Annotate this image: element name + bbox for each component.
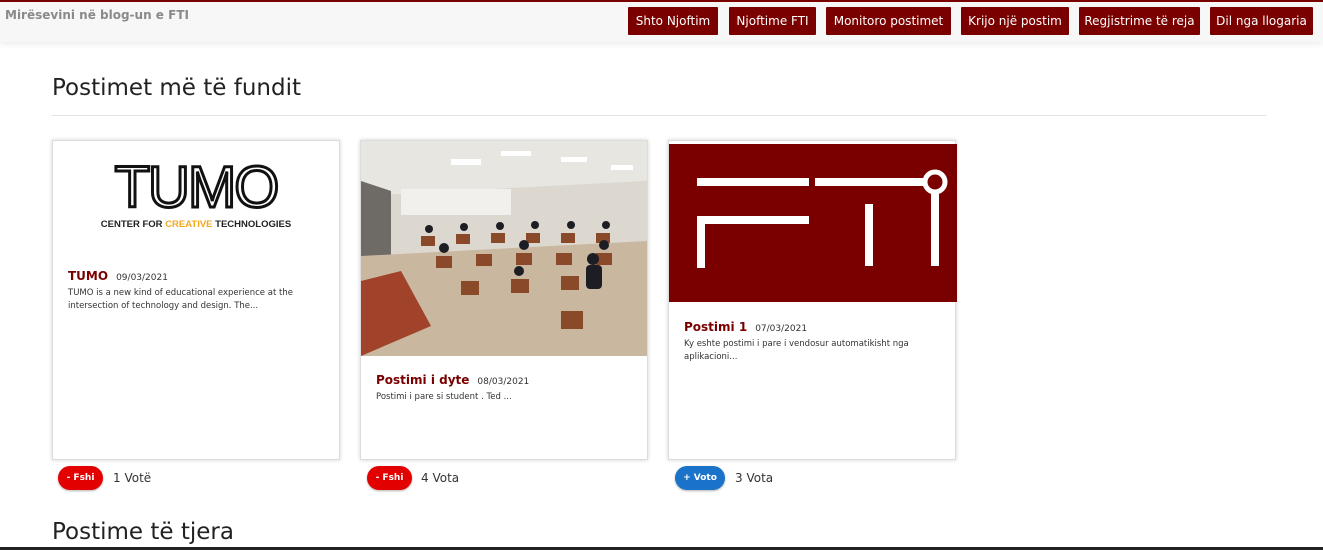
fti-logo-image xyxy=(669,144,957,302)
post-card-body: TUMO 09/03/2021 TUMO is a new kind of edu… xyxy=(68,269,313,313)
post-title[interactable]: Postimi i dyte xyxy=(376,373,469,387)
delete-post-button[interactable]: - Fshi xyxy=(58,466,103,490)
vote-count: 4 Vota xyxy=(421,471,460,485)
vote-count: 3 Vota xyxy=(735,471,774,485)
monitor-posts-button[interactable]: Monitoro postimet xyxy=(826,7,951,35)
vote-count: 1 Votë xyxy=(113,471,152,485)
new-registrations-button[interactable]: Regjistrime të reja xyxy=(1079,7,1200,35)
post-date: 08/03/2021 xyxy=(477,377,530,387)
post-card-body: Postimi 1 07/03/2021 Ky eshte postimi i p… xyxy=(684,320,929,364)
classroom-illustration xyxy=(361,141,647,356)
delete-post-button[interactable]: - Fshi xyxy=(367,466,412,490)
post-date: 09/03/2021 xyxy=(116,273,168,283)
svg-text:CENTER FOR CREATIVE TECHNOLOGI: CENTER FOR CREATIVE TECHNOLOGIES xyxy=(101,219,291,230)
post-title[interactable]: Postimi 1 xyxy=(684,320,747,334)
post-excerpt: Postimi i pare si student . Ted ... xyxy=(376,392,512,402)
post-card-tumo[interactable]: TUMO CENTER FOR CREATIVE TECHNOLOGIES TU… xyxy=(52,140,340,460)
logout-button[interactable]: Dil nga llogaria xyxy=(1210,7,1313,35)
other-posts-title: Postime të tjera xyxy=(52,519,234,545)
post-card-second[interactable]: Postimi i dyte 08/03/2021 Postimi i pare … xyxy=(360,140,648,460)
post-date: 07/03/2021 xyxy=(755,324,808,334)
add-announcement-button[interactable]: Shto Njoftim xyxy=(628,7,718,35)
tumo-logo-image: TUMO CENTER FOR CREATIVE TECHNOLOGIES xyxy=(53,141,339,251)
post-title-row: TUMO 09/03/2021 xyxy=(68,269,313,283)
create-post-button[interactable]: Krijo një postim xyxy=(961,7,1069,35)
fti-logo xyxy=(697,169,948,268)
post-title[interactable]: TUMO xyxy=(68,269,108,283)
vote-post-button[interactable]: + Voto xyxy=(675,466,725,490)
post-title-row: Postimi 1 07/03/2021 xyxy=(684,320,929,334)
recent-posts-title: Postimet më të fundit xyxy=(52,75,302,101)
post-card-first[interactable]: Postimi 1 07/03/2021 Ky eshte postimi i p… xyxy=(668,140,957,460)
top-navbar: Mirësevini në blog-un e FTI Shto Njoftim… xyxy=(0,0,1323,42)
post-title-row: Postimi i dyte 08/03/2021 xyxy=(376,373,621,387)
classroom-photo xyxy=(361,141,647,356)
post-card-body: Postimi i dyte 08/03/2021 Postimi i pare … xyxy=(376,373,621,404)
tumo-logo: TUMO CENTER FOR CREATIVE TECHNOLOGIES xyxy=(101,154,291,231)
post-excerpt: TUMO is a new kind of educational experi… xyxy=(68,288,293,311)
post-excerpt: Ky eshte postimi i pare i vendosur autom… xyxy=(684,339,909,362)
welcome-text: Mirësevini në blog-un e FTI xyxy=(5,8,189,22)
tumo-logo-wordmark: TUMO xyxy=(115,155,278,220)
section-divider xyxy=(52,115,1266,116)
fti-announcements-button[interactable]: Njoftime FTI xyxy=(729,7,816,35)
